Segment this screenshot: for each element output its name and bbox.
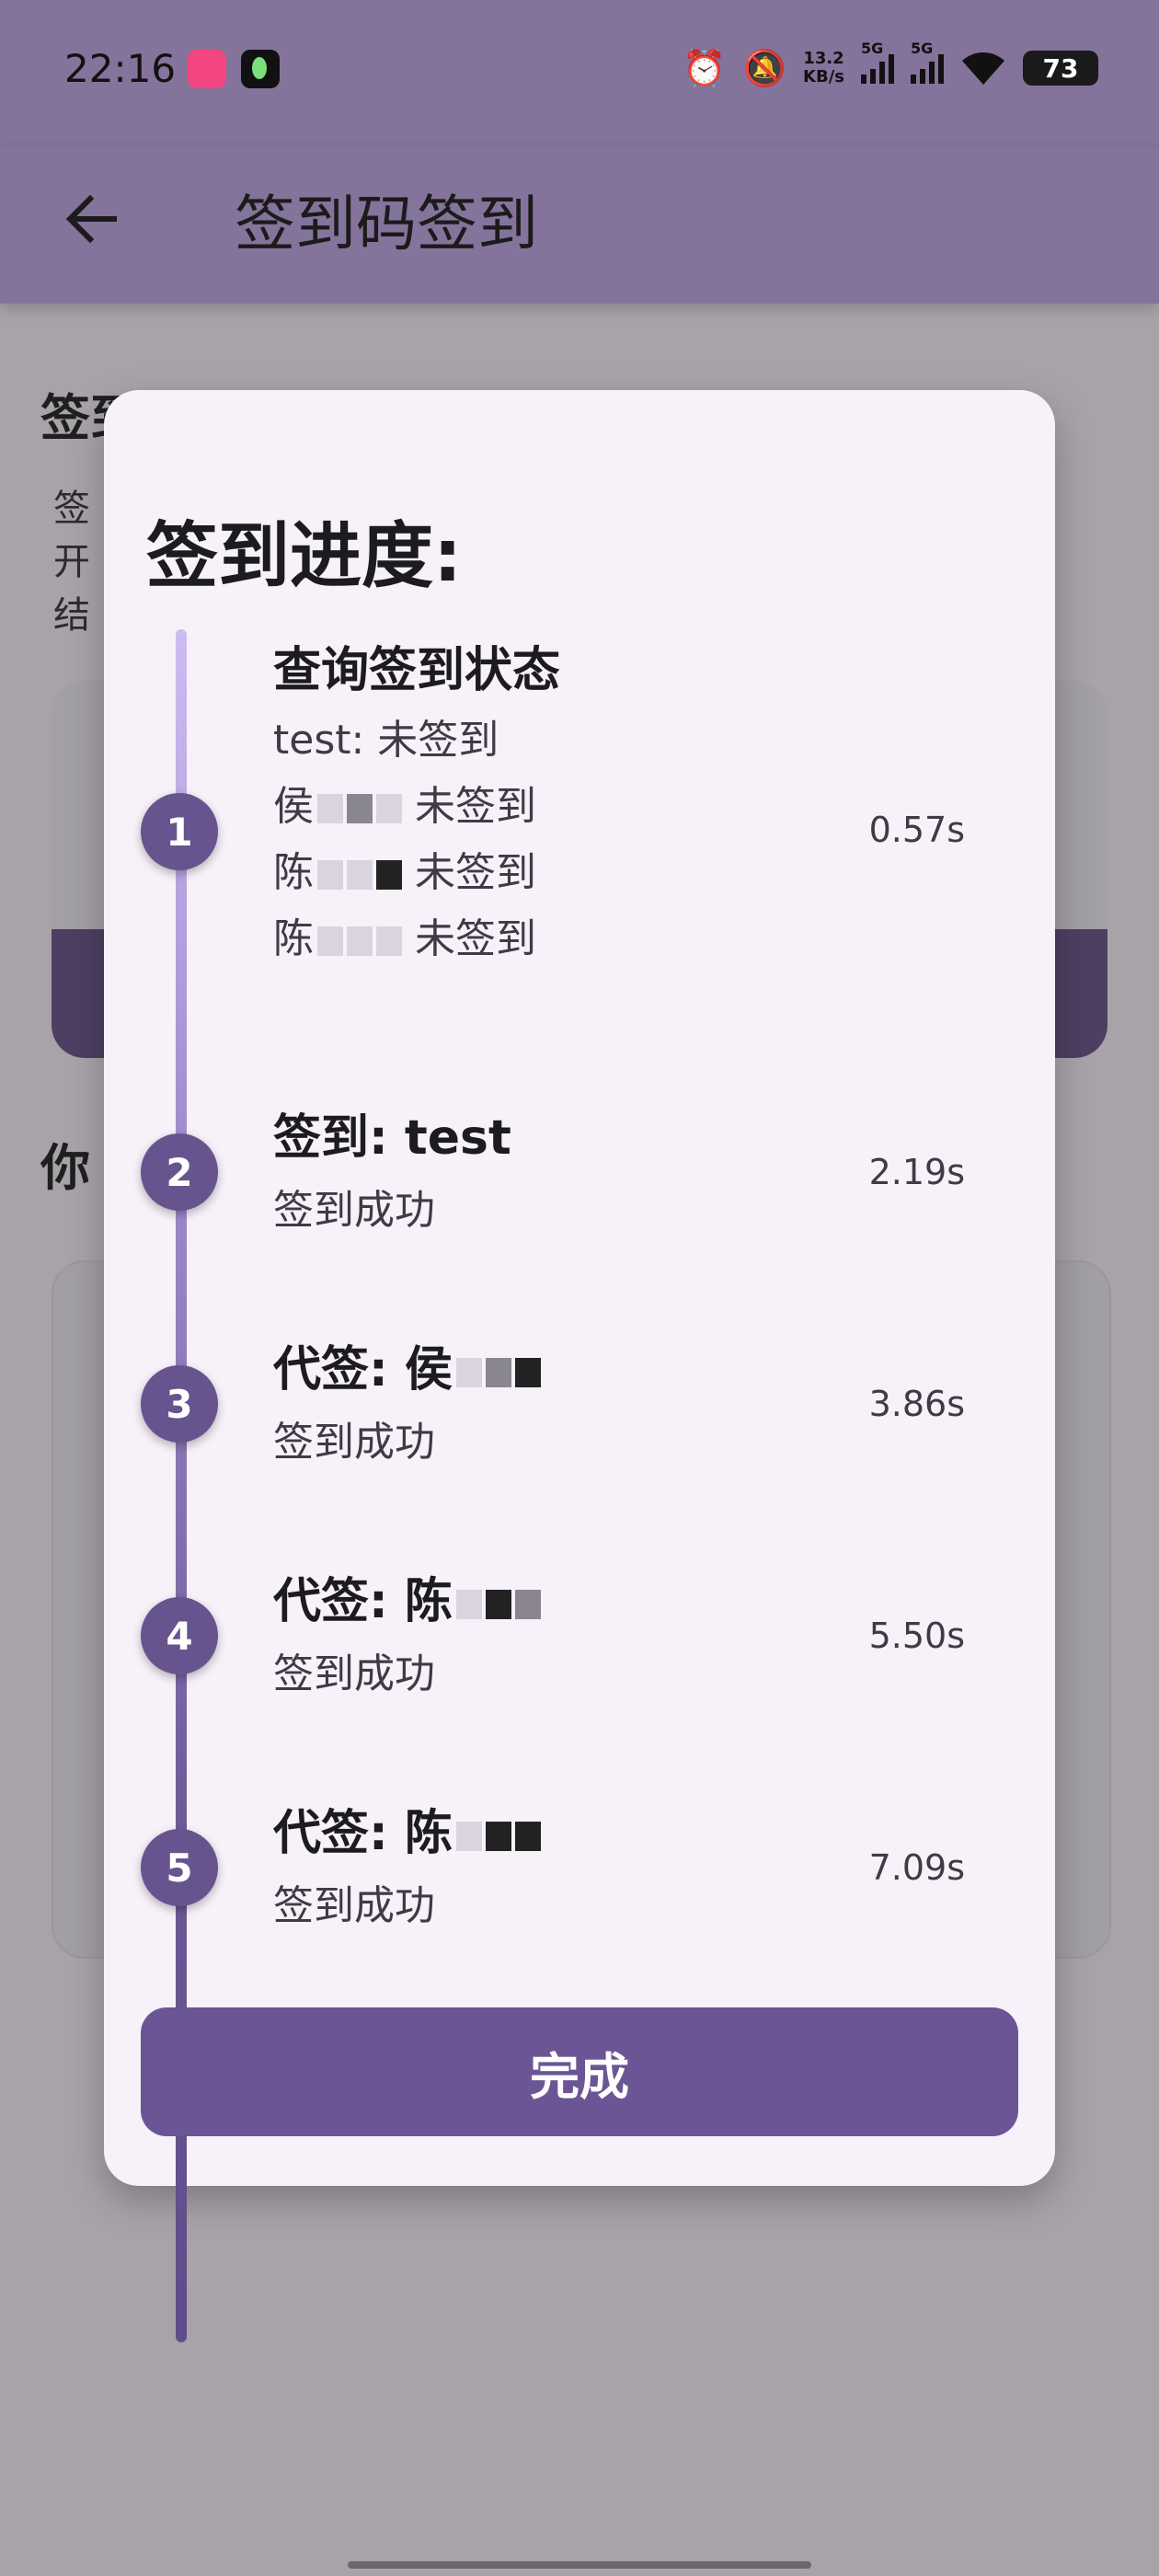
step-detail: 签到成功 — [273, 1187, 435, 1234]
step-detail: 签到成功 — [273, 1650, 435, 1697]
step-detail: 陈 未签到 — [273, 915, 536, 962]
step-elapsed-time: 5.50s — [868, 1616, 965, 1656]
background-heading-2: 你 — [40, 1139, 90, 1197]
signal-icon-2: 5G — [911, 40, 944, 84]
redacted-block — [317, 926, 343, 956]
redacted-block — [485, 1358, 511, 1387]
step-title: 查询签到状态 — [273, 643, 561, 698]
step-title: 代签: 陈 — [273, 1794, 541, 1863]
redacted-block — [376, 794, 402, 823]
step-title: 代签: 陈 — [273, 1562, 541, 1631]
signin-progress-dialog: 签到进度: 1 查询签到状态 test: 未签到 侯 未签到 陈 未签到 陈 未… — [104, 390, 1055, 2342]
redacted-block — [514, 1358, 541, 1387]
redacted-block — [347, 794, 373, 823]
mute-bell-icon: 🔕 — [742, 48, 787, 88]
status-time: 22:16 — [64, 46, 177, 91]
redacted-block — [455, 1822, 482, 1851]
redacted-block — [514, 1822, 541, 1851]
step-title: 代签: 侯 — [273, 1330, 541, 1399]
redacted-block — [317, 860, 343, 890]
app-bar — [0, 147, 1159, 304]
step-elapsed-time: 3.86s — [868, 1384, 965, 1424]
step-number-badge: 2 — [141, 1133, 218, 1211]
redacted-block — [514, 1590, 541, 1619]
redacted-block — [455, 1590, 482, 1619]
network-speed: 13.2 KB/s — [803, 49, 844, 86]
background-line: 开 — [53, 541, 90, 583]
redacted-block — [317, 794, 343, 823]
wifi-icon — [962, 52, 1004, 85]
step-elapsed-time: 7.09s — [868, 1847, 965, 1888]
background-line: 签 — [53, 488, 90, 530]
redacted-block — [485, 1590, 511, 1619]
redacted-block — [347, 860, 373, 890]
alarm-icon: ⏰ — [683, 48, 727, 88]
step-detail: test: 未签到 — [273, 717, 499, 764]
step-detail: 签到成功 — [273, 1882, 435, 1929]
step-elapsed-time: 2.19s — [868, 1152, 965, 1192]
status-icons: ⏰ 🔕 13.2 KB/s 5G 5G 73 — [683, 40, 1098, 96]
redacted-block — [376, 926, 402, 956]
arrow-left-icon — [65, 194, 117, 244]
status-bar: 22:16 ⏰ 🔕 13.2 KB/s 5G 5G 73 — [0, 0, 1159, 147]
redacted-block — [485, 1822, 511, 1851]
redacted-block — [376, 860, 402, 890]
step-detail: 签到成功 — [273, 1419, 435, 1466]
background-line: 结 — [53, 594, 90, 637]
signal-icon: 5G — [861, 40, 894, 84]
step-number-badge: 1 — [141, 793, 218, 870]
music-app-icon — [241, 50, 280, 88]
redacted-block — [347, 926, 373, 956]
battery-indicator: 73 — [1023, 51, 1098, 86]
bilibili-app-icon — [188, 50, 226, 88]
step-detail: 陈 未签到 — [273, 849, 536, 896]
redacted-block — [455, 1358, 482, 1387]
done-button[interactable]: 完成 — [141, 2007, 1018, 2136]
dialog-title: 签到进度: — [146, 515, 463, 598]
step-title: 签到: test — [273, 1110, 511, 1166]
step-detail: 侯 未签到 — [273, 783, 536, 830]
page-title: 签到码签到 — [235, 189, 538, 259]
step-number-badge: 4 — [141, 1597, 218, 1674]
home-indicator[interactable] — [348, 2561, 811, 2569]
step-number-badge: 3 — [141, 1365, 218, 1443]
step-elapsed-time: 0.57s — [868, 810, 965, 850]
step-number-badge: 5 — [141, 1829, 218, 1906]
back-arrow-icon[interactable] — [55, 182, 129, 256]
